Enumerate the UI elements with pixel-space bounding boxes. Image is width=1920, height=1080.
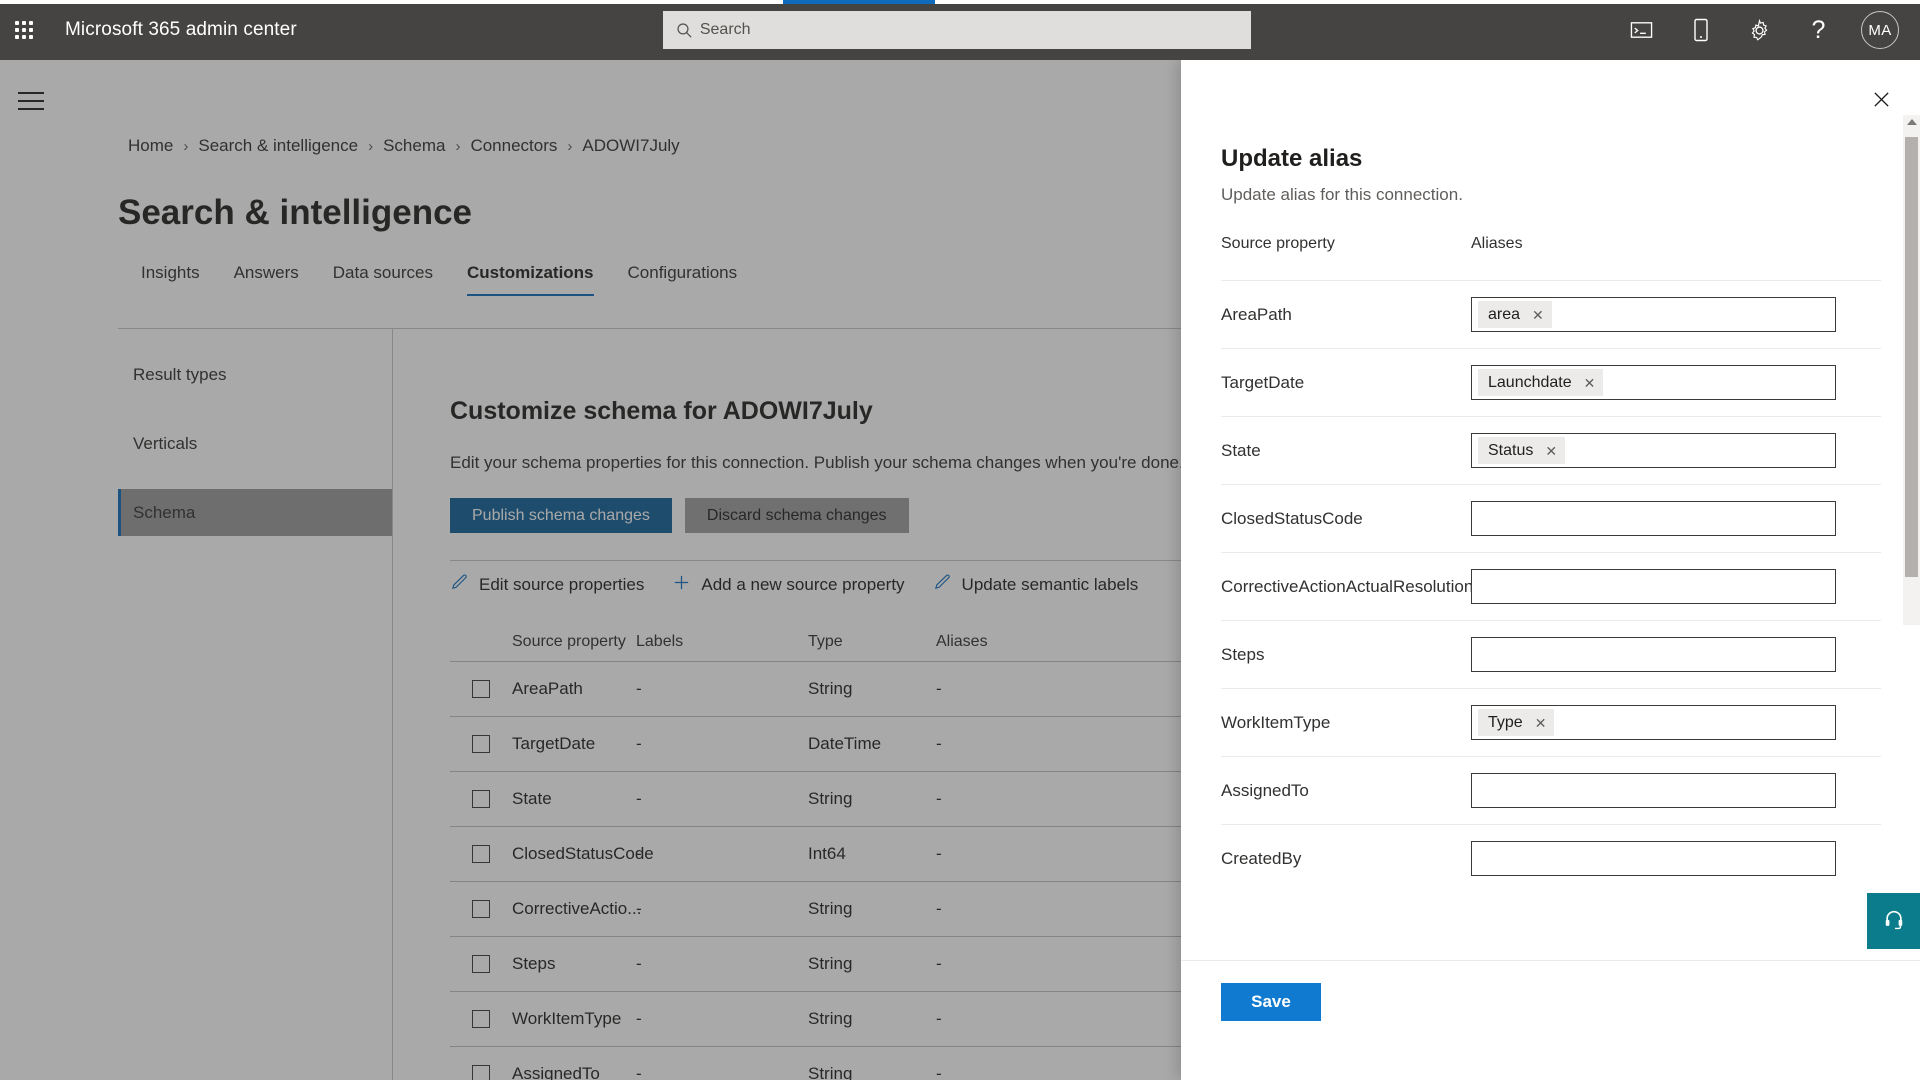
alias-row: TargetDate Launchdate ✕ (1221, 348, 1881, 416)
alias-chip: area ✕ (1478, 301, 1552, 328)
panel-footer: Save (1181, 960, 1920, 1080)
panel-subtitle: Update alias for this connection. (1221, 185, 1463, 204)
avatar: MA (1861, 11, 1899, 49)
alias-chip: Type ✕ (1478, 709, 1555, 736)
suite-title: Microsoft 365 admin center (65, 19, 297, 40)
alias-input[interactable] (1471, 501, 1836, 536)
alias-row: CorrectiveActionActualResolution (1221, 552, 1881, 620)
alias-list-scroll-region: Source property Aliases AreaPath area ✕ Tar… (1221, 235, 1881, 890)
alias-input[interactable] (1471, 637, 1836, 672)
panel-scrollbar[interactable] (1903, 115, 1920, 625)
alias-row: Steps (1221, 620, 1881, 688)
alias-input[interactable]: Type ✕ (1471, 705, 1836, 740)
alias-chip-label: Launchdate (1488, 373, 1572, 391)
panel-table-body: AreaPath area ✕ TargetDate Launchdate ✕ State S… (1221, 280, 1881, 890)
mobile-icon[interactable] (1671, 0, 1730, 60)
panel-title: Update alias (1221, 145, 1363, 172)
alias-field-wrapper (1471, 841, 1836, 876)
alias-input[interactable] (1471, 841, 1836, 876)
alias-input[interactable] (1471, 569, 1836, 604)
alias-row-property-label: TargetDate (1221, 372, 1305, 392)
headset-icon (1883, 908, 1905, 935)
alias-field-wrapper (1471, 637, 1836, 672)
panel-column-header-aliases: Aliases (1471, 235, 1523, 252)
alias-field-wrapper: Type ✕ (1471, 705, 1836, 740)
panel-column-header-source-property: Source property (1221, 235, 1335, 252)
waffle-icon (15, 21, 33, 39)
alias-row: AssignedTo (1221, 756, 1881, 824)
alias-row-property-label: CorrectiveActionActualResolution (1221, 576, 1474, 596)
alias-chip-label: area (1488, 305, 1521, 323)
alias-field-wrapper: area ✕ (1471, 297, 1836, 332)
alias-field-wrapper: Launchdate ✕ (1471, 365, 1836, 400)
alias-field-wrapper (1471, 501, 1836, 536)
alias-row: AreaPath area ✕ (1221, 280, 1881, 348)
alias-row-property-label: CreatedBy (1221, 848, 1302, 868)
alias-row: CreatedBy (1221, 824, 1881, 890)
app-root: Home › Search & intelligence › Schema › … (0, 0, 1920, 1080)
save-button[interactable]: Save (1221, 983, 1321, 1021)
alias-input[interactable]: Status ✕ (1471, 433, 1836, 468)
alias-row-property-label: State (1221, 440, 1261, 460)
alias-row-property-label: AreaPath (1221, 304, 1292, 324)
modal-overlay[interactable] (0, 60, 1181, 1080)
feedback-button[interactable] (1867, 893, 1920, 949)
alias-row: ClosedStatusCode (1221, 484, 1881, 552)
progress-fill (783, 0, 935, 4)
alias-input[interactable]: Launchdate ✕ (1471, 365, 1836, 400)
alias-chip: Status ✕ (1478, 437, 1566, 464)
alias-input[interactable] (1471, 773, 1836, 808)
remove-alias-icon[interactable]: ✕ (1532, 308, 1544, 322)
page-progress-bar (0, 0, 1920, 4)
suite-actions: ? MA (1612, 0, 1912, 60)
alias-chip-label: Type (1488, 713, 1523, 731)
alias-row-property-label: Steps (1221, 644, 1265, 664)
remove-alias-icon[interactable]: ✕ (1584, 376, 1596, 390)
help-icon[interactable]: ? (1789, 0, 1848, 60)
remove-alias-icon[interactable]: ✕ (1535, 716, 1547, 730)
search-icon (675, 21, 700, 40)
scroll-up-arrow-icon[interactable] (1907, 119, 1917, 125)
alias-row-property-label: AssignedTo (1221, 780, 1309, 800)
suite-search-box[interactable] (663, 11, 1251, 49)
alias-row: State Status ✕ (1221, 416, 1881, 484)
alias-row: WorkItemType Type ✕ (1221, 688, 1881, 756)
update-alias-panel: Update alias Update alias for this conne… (1181, 60, 1920, 1080)
scrollbar-thumb[interactable] (1905, 137, 1918, 577)
search-input[interactable] (699, 21, 1239, 39)
remove-alias-icon[interactable]: ✕ (1545, 444, 1557, 458)
alias-field-wrapper (1471, 773, 1836, 808)
gear-icon[interactable] (1730, 0, 1789, 60)
account-manager-button[interactable]: MA (1848, 0, 1912, 60)
alias-field-wrapper: Status ✕ (1471, 433, 1836, 468)
alias-row-property-label: ClosedStatusCode (1221, 508, 1363, 528)
console-icon[interactable] (1612, 0, 1671, 60)
panel-table-header: Source property Aliases (1221, 235, 1881, 280)
close-icon[interactable] (1860, 78, 1902, 120)
alias-chip: Launchdate ✕ (1478, 369, 1604, 396)
alias-row-property-label: WorkItemType (1221, 712, 1331, 732)
app-launcher-button[interactable] (0, 0, 48, 60)
alias-input[interactable]: area ✕ (1471, 297, 1836, 332)
suite-header: Microsoft 365 admin center ? MA (0, 0, 1920, 60)
alias-field-wrapper (1471, 569, 1836, 604)
alias-chip-label: Status (1488, 441, 1534, 459)
